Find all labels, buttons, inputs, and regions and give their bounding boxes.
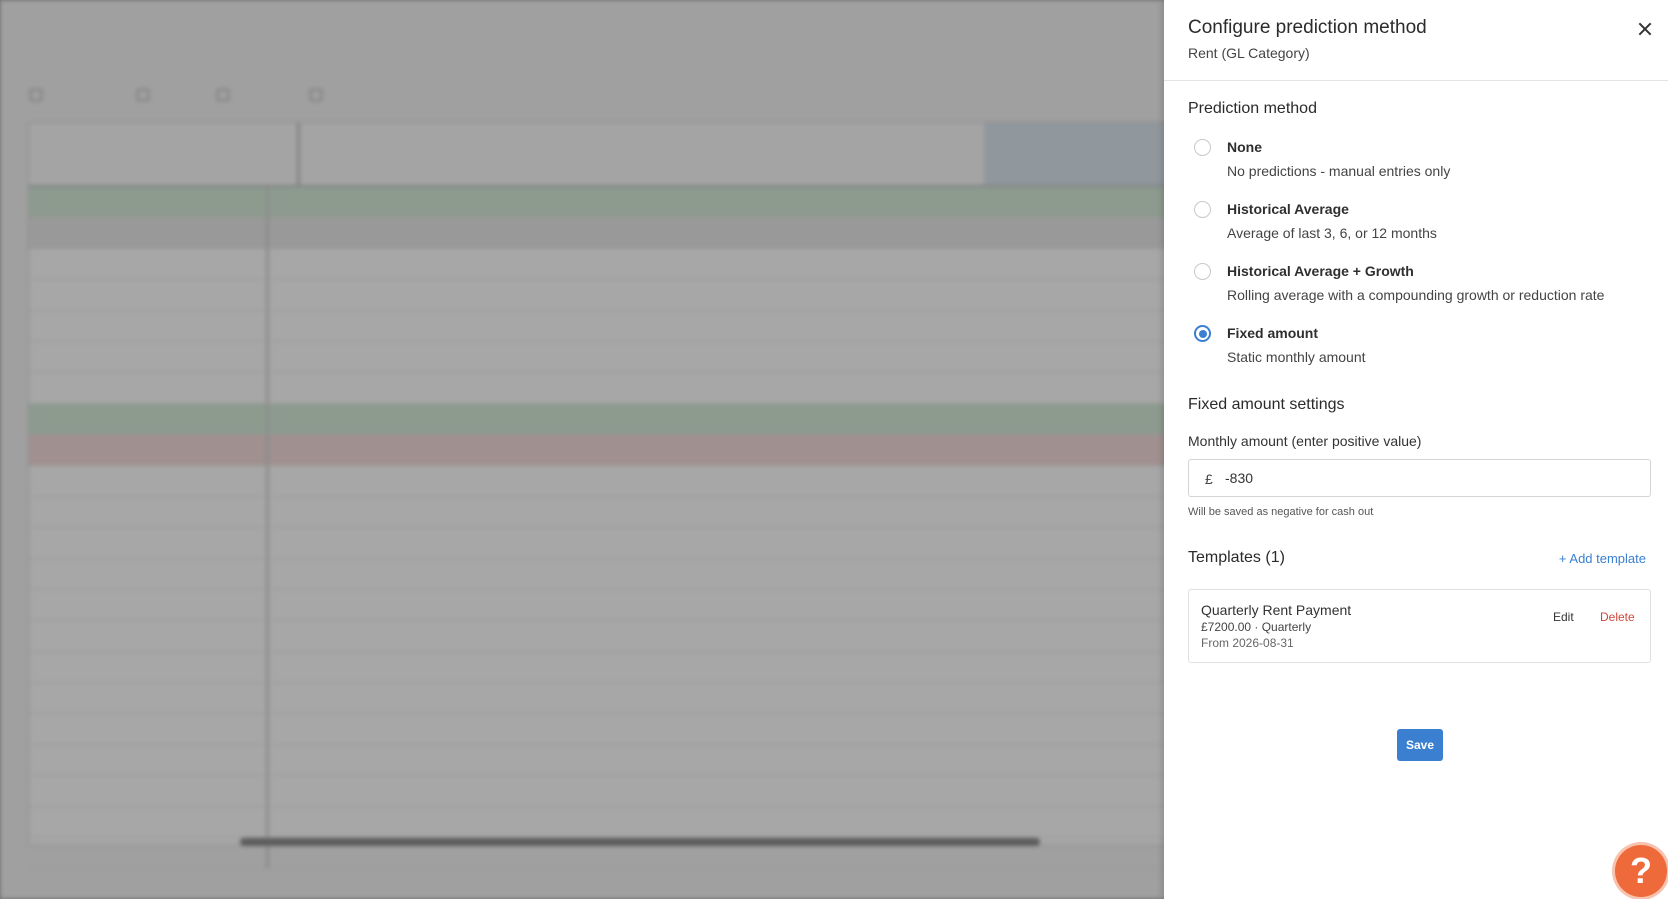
option-description: No predictions - manual entries only bbox=[1227, 163, 1451, 179]
template-card: Quarterly Rent Payment £7200.00 · Quarte… bbox=[1188, 589, 1651, 663]
panel-subtitle: Rent (GL Category) bbox=[1188, 45, 1310, 61]
panel-title: Configure prediction method bbox=[1188, 17, 1427, 38]
radio-none[interactable] bbox=[1194, 139, 1211, 156]
amount-hint: Will be saved as negative for cash out bbox=[1188, 506, 1374, 518]
option-description: Static monthly amount bbox=[1227, 349, 1366, 365]
help-button[interactable]: ? bbox=[1615, 845, 1667, 897]
panel-header: Configure prediction method Rent (GL Cat… bbox=[1164, 0, 1668, 81]
monthly-amount-label: Monthly amount (enter positive value) bbox=[1188, 433, 1422, 449]
monthly-amount-field[interactable]: £ bbox=[1188, 459, 1651, 497]
prediction-method-panel: Configure prediction method Rent (GL Cat… bbox=[1164, 0, 1668, 899]
save-button[interactable]: Save bbox=[1397, 729, 1443, 761]
option-label: Fixed amount bbox=[1227, 325, 1319, 341]
option-label: Historical Average bbox=[1227, 201, 1349, 217]
option-label: Historical Average + Growth bbox=[1227, 263, 1414, 279]
template-meta: £7200.00 · Quarterly bbox=[1201, 620, 1312, 634]
currency-symbol: £ bbox=[1205, 471, 1213, 487]
radio-historical-average-growth[interactable] bbox=[1194, 263, 1211, 280]
option-description: Average of last 3, 6, or 12 months bbox=[1227, 225, 1437, 241]
template-start-date: From 2026-08-31 bbox=[1201, 636, 1294, 650]
templates-heading: Templates (1) bbox=[1188, 549, 1285, 566]
add-template-link[interactable]: + Add template bbox=[1559, 551, 1646, 566]
radio-historical-average[interactable] bbox=[1194, 201, 1211, 218]
edit-template-button[interactable]: Edit bbox=[1553, 610, 1574, 624]
delete-template-button[interactable]: Delete bbox=[1600, 610, 1635, 624]
close-icon[interactable] bbox=[1634, 18, 1656, 40]
option-description: Rolling average with a compounding growt… bbox=[1227, 287, 1605, 303]
option-label: None bbox=[1227, 139, 1262, 155]
radio-fixed-amount[interactable] bbox=[1194, 325, 1211, 342]
monthly-amount-input[interactable] bbox=[1225, 460, 1625, 496]
fixed-amount-settings-heading: Fixed amount settings bbox=[1188, 396, 1345, 413]
prediction-method-heading: Prediction method bbox=[1188, 100, 1317, 117]
template-name: Quarterly Rent Payment bbox=[1201, 602, 1352, 618]
